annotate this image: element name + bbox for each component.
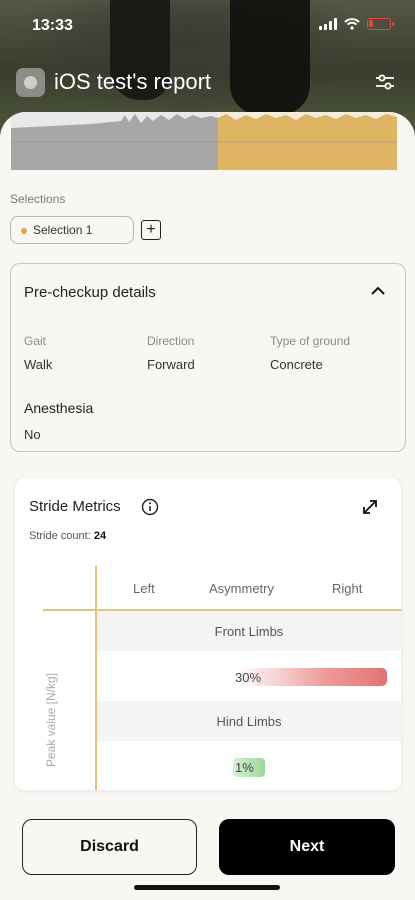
direction-label: Direction [147, 334, 195, 348]
stride-count: Stride count: 24 [29, 530, 106, 542]
report-avatar-icon [16, 67, 45, 97]
home-indicator [134, 885, 280, 890]
table-header-divider [43, 609, 401, 611]
report-header: iOS test's report [16, 64, 399, 100]
column-left: Left [133, 581, 155, 596]
column-asymmetry: Asymmetry [209, 581, 274, 596]
stride-count-label: Stride count: [29, 530, 91, 542]
next-button[interactable]: Next [219, 819, 395, 875]
report-title: iOS test's report [54, 69, 212, 94]
add-selection-button[interactable]: + [141, 220, 161, 240]
bottom-action-bar: Discard Next [0, 812, 415, 900]
plus-icon: + [146, 221, 156, 238]
table-vertical-divider [95, 566, 97, 790]
front-limbs-asymmetry-value: 30% [235, 670, 262, 685]
selection-chip[interactable]: Selection 1 [10, 216, 134, 244]
stride-metrics-card: Stride Metrics Stride count: 24 Left Asy… [15, 478, 401, 790]
stride-metrics-table: Left Asymmetry Right Peak value [N/kg] F… [15, 566, 401, 790]
sliders-icon [376, 74, 394, 90]
peak-value-axis-label: Peak value [N/kg] [44, 672, 58, 768]
front-limbs-label: Front Limbs [214, 624, 284, 639]
stride-count-value: 24 [93, 530, 107, 542]
status-time: 13:33 [32, 17, 73, 34]
discard-button[interactable]: Discard [22, 819, 197, 875]
stride-metrics-title: Stride Metrics [29, 498, 121, 515]
column-right: Right [332, 581, 363, 596]
ground-type-label: Type of ground [270, 334, 351, 348]
battery-low-icon [367, 18, 394, 30]
filter-settings-button[interactable] [371, 68, 399, 96]
info-icon[interactable] [141, 498, 159, 516]
ground-type-value: Concrete [270, 357, 323, 372]
hind-limbs-label: Hind Limbs [216, 714, 282, 729]
anesthesia-value: No [24, 427, 41, 442]
gait-value: Walk [24, 357, 53, 372]
wifi-icon [344, 18, 360, 30]
direction-value: Forward [147, 357, 195, 372]
report-sheet: Selections Selection 1 + Pre-checkup det… [0, 112, 415, 812]
expand-icon[interactable] [361, 498, 379, 516]
gait-label: Gait [24, 334, 47, 348]
anesthesia-label: Anesthesia [24, 400, 94, 416]
selection-color-dot [21, 228, 27, 234]
status-bar: 13:33 [0, 0, 415, 52]
hind-limbs-asymmetry-value: 1% [235, 760, 254, 775]
status-icons [319, 18, 394, 30]
pre-checkup-card: Pre-checkup details Gait Walk Direction … [10, 263, 406, 452]
cellular-signal-icon [319, 18, 337, 30]
chevron-up-icon[interactable] [371, 286, 385, 296]
selection-chip-label: Selection 1 [33, 223, 93, 237]
pre-checkup-title: Pre-checkup details [24, 284, 156, 301]
selections-label: Selections [10, 192, 66, 206]
signal-waveform[interactable] [11, 112, 397, 170]
